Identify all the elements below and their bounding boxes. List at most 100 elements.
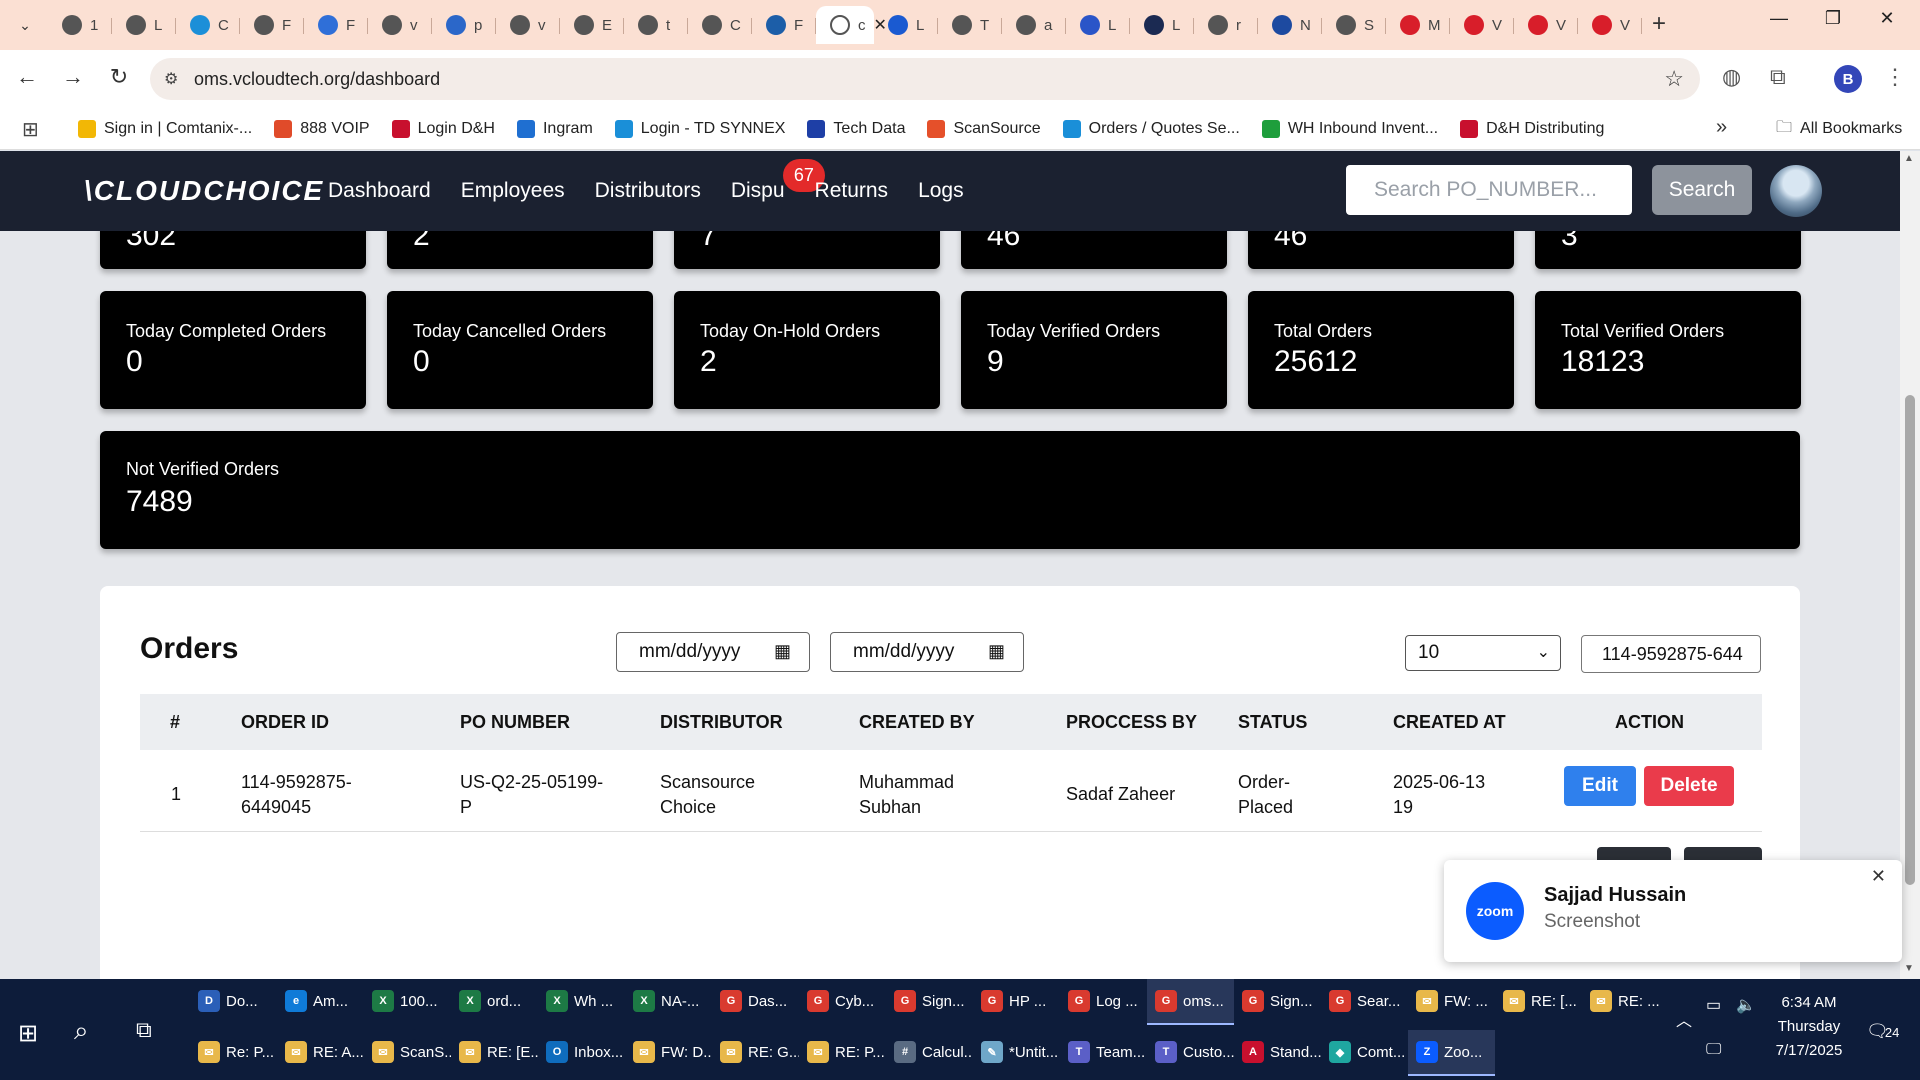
bookmark-item[interactable]: WH Inbound Invent...	[1261, 120, 1438, 138]
bookmark-item[interactable]: Sign in | Comtanix-...	[78, 120, 252, 138]
search-button[interactable]: Search	[1652, 165, 1752, 215]
taskbar-app-button[interactable]: e Am...	[277, 979, 364, 1025]
taskbar-app-button[interactable]: Z Zoo...	[1408, 1030, 1495, 1076]
taskbar-app-button[interactable]: X NA-...	[625, 979, 712, 1025]
nav-dashboard[interactable]: Dashboard	[328, 179, 431, 203]
taskbar-app-button[interactable]: Xord...	[451, 979, 538, 1025]
battery-icon[interactable]: ▭	[1706, 995, 1721, 1015]
restore-icon[interactable]: ❐	[1810, 8, 1856, 29]
tray-chevron-icon[interactable]: ︿	[1676, 1007, 1692, 1031]
browser-tab[interactable]: v	[496, 6, 560, 44]
bookmark-star-icon[interactable]: ☆	[1664, 66, 1684, 92]
browser-tab[interactable]: r	[1194, 6, 1258, 44]
new-tab-plus-icon[interactable]: +	[1652, 10, 1666, 38]
browser-tab[interactable]: c ✕	[816, 6, 887, 44]
taskbar-app-button[interactable]: A Stand...	[1234, 1030, 1321, 1076]
taskbar-app-button[interactable]: ✉ ScanS...	[364, 1030, 451, 1076]
browser-tab[interactable]: 1	[48, 6, 112, 44]
nav-disputes[interactable]: Dispu 67	[731, 159, 825, 203]
taskbar-app-button[interactable]: ✉ FW: D...	[625, 1030, 712, 1076]
back-arrow-icon[interactable]: ←	[12, 64, 42, 90]
taskbar-app-button[interactable]: G Sear...	[1321, 979, 1408, 1025]
forward-arrow-icon[interactable]: →	[58, 64, 88, 90]
browser-tab[interactable]: t	[624, 6, 688, 44]
calendar-icon[interactable]: ▦	[774, 641, 791, 662]
minimize-icon[interactable]: —	[1756, 8, 1802, 29]
bookmark-item[interactable]: Ingram	[516, 120, 593, 138]
volume-icon[interactable]: 🔈	[1736, 995, 1756, 1015]
taskbar-app-button[interactable]: X 100...	[364, 979, 451, 1025]
browser-tab[interactable]: F	[752, 6, 816, 44]
bookmark-item[interactable]: 888 VOIP	[274, 120, 370, 138]
browser-tab[interactable]: T	[938, 6, 1002, 44]
delete-button[interactable]: Delete	[1644, 766, 1734, 806]
taskbar-app-button[interactable]: ◆ Comt...	[1321, 1030, 1408, 1076]
scroll-thumb[interactable]	[1905, 395, 1915, 885]
taskbar-app-button[interactable]: G Log ...	[1060, 979, 1147, 1025]
address-bar[interactable]: ⚙ oms.vcloudtech.org/dashboard ☆	[150, 58, 1700, 100]
close-icon[interactable]: ✕	[1871, 866, 1886, 887]
browser-tab[interactable]: M	[1386, 6, 1450, 44]
reload-icon[interactable]: ↻	[104, 64, 134, 90]
taskbar-app-button[interactable]: ✉ Re: P...	[190, 1030, 277, 1076]
nav-employees[interactable]: Employees	[461, 179, 565, 203]
system-clock[interactable]: 6:34 AM Thursday 7/17/2025	[1760, 991, 1858, 1063]
bookmark-item[interactable]: Tech Data	[807, 120, 905, 138]
browser-tab[interactable]: L	[112, 6, 176, 44]
page-scrollbar[interactable]: ▲ ▼	[1900, 151, 1920, 979]
bookmark-item[interactable]: D&H Distributing	[1460, 120, 1604, 138]
bookmark-item[interactable]: Orders / Quotes Se...	[1062, 120, 1240, 138]
zoom-notification[interactable]: zoom Sajjad Hussain Screenshot ✕	[1444, 860, 1902, 962]
browser-tab[interactable]: L	[1066, 6, 1130, 44]
browser-tab[interactable]: V	[1450, 6, 1514, 44]
browser-tab[interactable]: E	[560, 6, 624, 44]
taskbar-app-button[interactable]: ✉ RE: [E...	[451, 1030, 538, 1076]
taskbar-app-button[interactable]: Goms...	[1147, 979, 1234, 1025]
taskbar-app-button[interactable]: ✉ RE: G...	[712, 1030, 799, 1076]
taskbar-app-button[interactable]: G Cyb...	[799, 979, 886, 1025]
scroll-up-icon[interactable]: ▲	[1904, 153, 1914, 164]
order-filter-input[interactable]: 114-9592875-644	[1581, 635, 1761, 673]
browser-tab[interactable]: C	[176, 6, 240, 44]
taskbar-app-button[interactable]: X Wh ...	[538, 979, 625, 1025]
extensions-puzzle-icon[interactable]: ⧉	[1770, 64, 1786, 90]
network-icon[interactable]: 🖵	[1706, 1041, 1721, 1059]
browser-tab[interactable]: p	[432, 6, 496, 44]
taskbar-app-button[interactable]: # Calcul...	[886, 1030, 973, 1076]
search-icon[interactable]: ⌕	[74, 1015, 89, 1047]
taskbar-app-button[interactable]: ✉ RE: [...	[1495, 979, 1582, 1025]
taskbar-app-button[interactable]: ✉ FW: ...	[1408, 979, 1495, 1025]
task-view-icon[interactable]: ⧉	[136, 1017, 152, 1043]
translate-globe-icon[interactable]: ◍	[1722, 64, 1741, 90]
scroll-down-icon[interactable]: ▼	[1904, 963, 1914, 974]
nav-distributors[interactable]: Distributors	[595, 179, 701, 203]
windows-start-icon[interactable]: ⊞	[18, 1019, 38, 1048]
taskbar-app-button[interactable]: G Das...	[712, 979, 799, 1025]
browser-tab[interactable]: F	[304, 6, 368, 44]
po-number-search-input[interactable]	[1346, 165, 1632, 215]
bookmark-item[interactable]: Login - TD SYNNEX	[614, 120, 785, 138]
taskbar-app-button[interactable]: D Do...	[190, 979, 277, 1025]
taskbar-app-button[interactable]: ✎ *Untit...	[973, 1030, 1060, 1076]
browser-tab[interactable]: v	[368, 6, 432, 44]
apps-grid-icon[interactable]: ⊞	[22, 117, 39, 142]
nav-logs[interactable]: Logs	[918, 179, 964, 203]
browser-tab[interactable]: F	[240, 6, 304, 44]
browser-tab[interactable]: S	[1322, 6, 1386, 44]
profile-avatar[interactable]: B	[1834, 65, 1862, 93]
bookmark-item[interactable]: ScanSource	[927, 120, 1041, 138]
taskbar-app-button[interactable]: O Inbox...	[538, 1030, 625, 1076]
user-avatar[interactable]	[1770, 165, 1822, 217]
site-settings-icon[interactable]: ⚙	[164, 69, 178, 89]
taskbar-app-button[interactable]: T Team...	[1060, 1030, 1147, 1076]
notification-center-icon[interactable]: 🗨24	[1866, 1021, 1899, 1042]
browser-tab[interactable]: V	[1578, 6, 1642, 44]
taskbar-app-button[interactable]: G Sign...	[1234, 979, 1321, 1025]
browser-tab[interactable]: a	[1002, 6, 1066, 44]
edit-button[interactable]: Edit	[1564, 766, 1636, 806]
taskbar-app-button[interactable]: ✉ RE: ...	[1582, 979, 1669, 1025]
browser-tab[interactable]: C	[688, 6, 752, 44]
all-bookmarks-folder[interactable]: 🗀 All Bookmarks	[1776, 108, 1902, 150]
nav-returns[interactable]: Returns	[815, 179, 889, 203]
taskbar-app-button[interactable]: ✉ RE: P...	[799, 1030, 886, 1076]
